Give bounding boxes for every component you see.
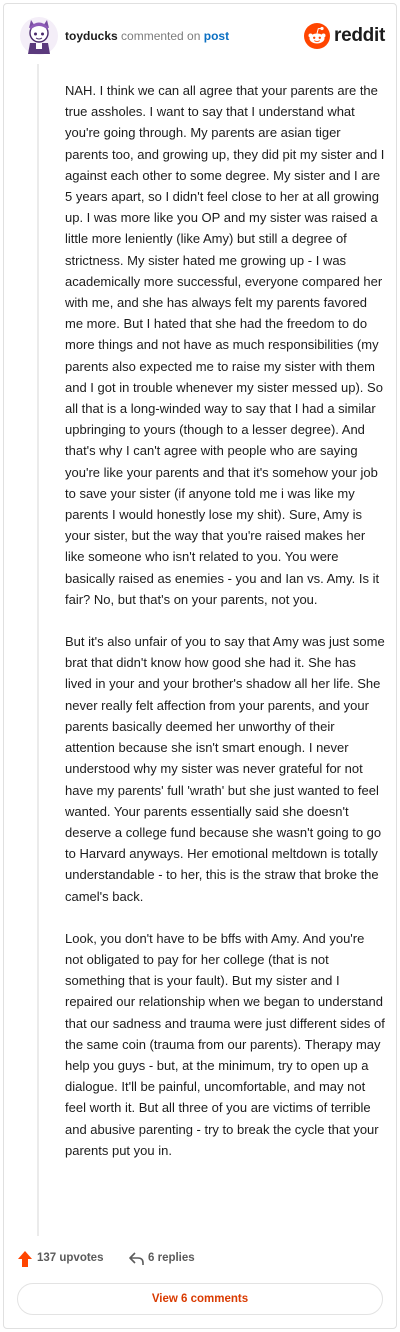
comment-header: toyducks commented on post reddit [19,16,385,56]
view-comments-button[interactable]: View 6 comments [17,1283,383,1315]
action-text: commented on [121,29,201,43]
reddit-logo-icon [304,23,330,49]
upvote-arrow-icon[interactable] [17,1250,33,1268]
thread-line [37,64,39,1236]
username-link[interactable]: toyducks [65,29,118,43]
upvote-count: 137 upvotes [37,1252,104,1264]
comment-paragraph: But it's also unfair of you to say that … [65,634,385,904]
post-link[interactable]: post [204,29,229,43]
avatar-icon[interactable] [19,16,59,56]
comment-paragraph: NAH. I think we can all agree that your … [65,83,385,607]
reply-arrow-icon[interactable] [128,1250,145,1267]
reply-count: 6 replies [148,1252,195,1264]
comment-body: NAH. I think we can all agree that your … [65,80,385,1161]
comment-paragraph: Look, you don't have to be bffs with Amy… [65,930,385,1158]
comment-card: toyducks commented on post reddit NAH. I… [3,3,397,1329]
reddit-logo[interactable]: reddit [304,23,385,51]
comment-footer: 137 upvotes 6 replies [17,1248,377,1270]
comment-meta: toyducks commented on post [65,28,229,44]
reddit-wordmark: reddit [334,25,385,46]
